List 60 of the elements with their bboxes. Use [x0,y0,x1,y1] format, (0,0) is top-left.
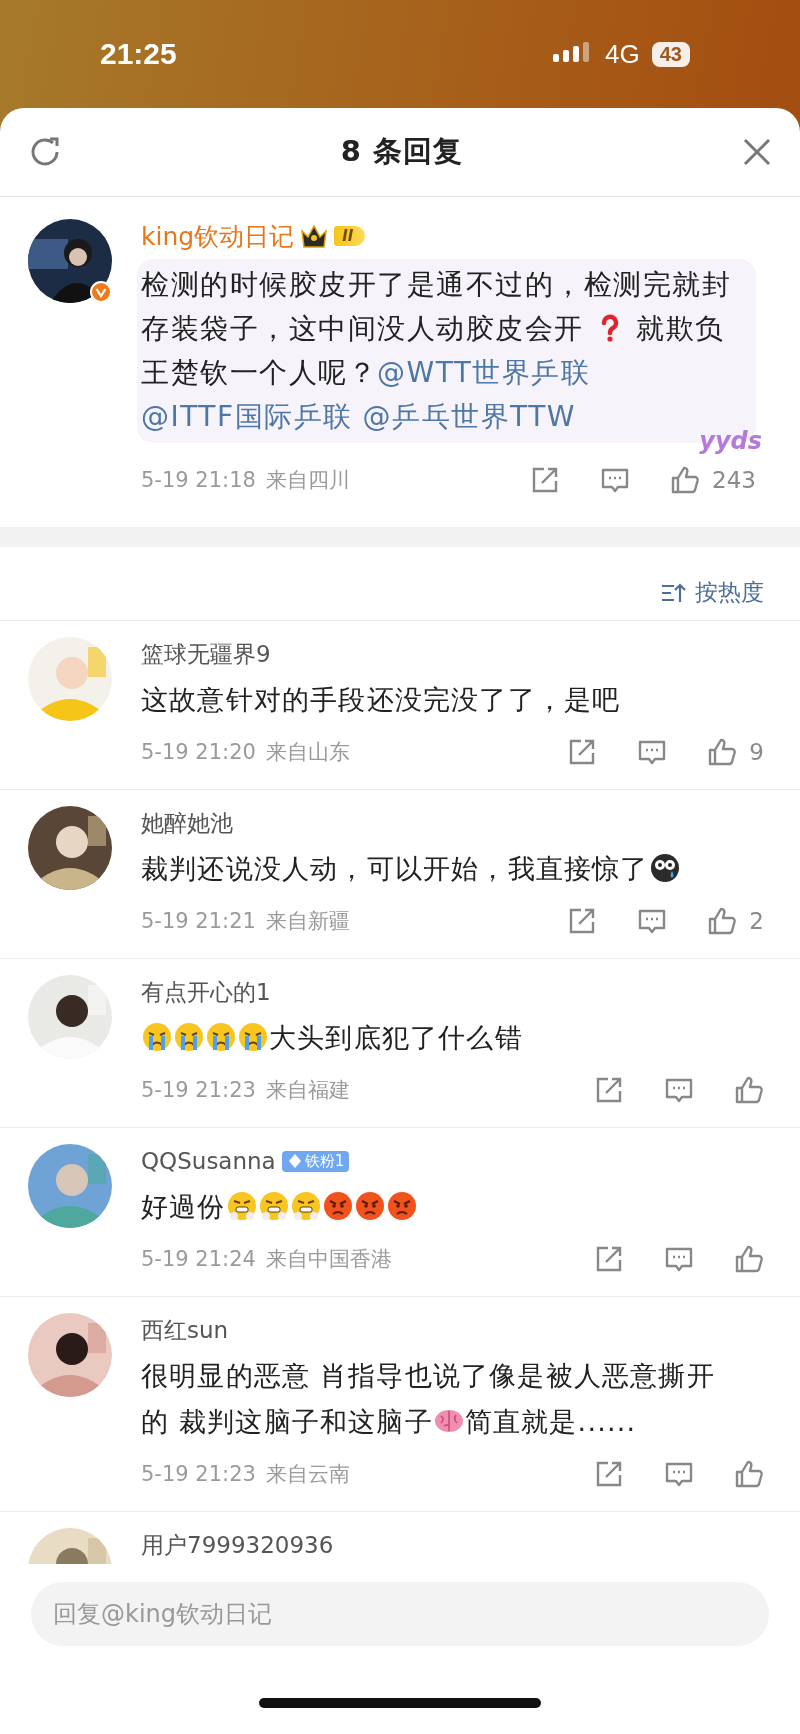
sort-icon [661,581,687,604]
comment-text: 很明显的恶意 肖指导也说了像是被人恶意撕开的 裁判这脑子和这脑子 简直就是...... [141,1359,716,1439]
level-badge: II [334,226,366,246]
status-time: 21:25 [100,37,177,71]
mention-link[interactable]: @WTT世界乒联 [377,356,591,389]
comment-time: 5-19 21:20 [141,740,256,764]
close-icon[interactable] [742,137,772,167]
network-label: 4G [605,38,640,70]
comment-time: 5-19 21:24 [141,1247,256,1271]
huffing-face-icon [226,1191,257,1221]
author-name[interactable]: 西红sun [141,1314,229,1346]
author-name[interactable]: QQSusanna [141,1148,276,1174]
share-icon[interactable] [594,1244,624,1274]
author-name[interactable]: 她醉她池 [141,807,233,839]
huffing-face-icon [290,1191,321,1221]
comment-location: 来自福建 [265,1077,350,1104]
comment-text: 好過份 [141,1184,728,1230]
comment-text: 大头到底犯了什么错 [141,1015,728,1061]
author-name[interactable]: 有点开心的1 [141,976,271,1008]
fan-badge: 铁粉1 [281,1150,350,1172]
crying-face-icon [142,1022,172,1052]
huffing-face-icon [258,1191,289,1221]
comment-text: 这故意针对的手段还没完没了了，是吧 [141,683,622,717]
share-icon[interactable] [594,1075,624,1105]
like-icon[interactable] [734,1459,764,1489]
author-name[interactable]: 篮球无疆界9 [141,638,271,670]
crying-face-icon [206,1022,236,1052]
angry-face-icon [354,1191,385,1221]
like-count: 2 [749,908,764,934]
crying-face-icon [174,1022,204,1052]
comment-time: 5-19 21:21 [141,909,256,933]
comment-time: 5-19 21:23 [141,1462,256,1486]
comment-location: 来自新疆 [265,908,350,935]
sort-button[interactable]: 按热度 [661,573,764,612]
author-name[interactable]: 用户7999320936 [141,1529,334,1561]
battery-level: 43 [651,41,690,67]
share-icon[interactable] [594,1459,624,1489]
mention-link[interactable]: @ITTF国际乒联 [141,400,353,433]
reply-input[interactable]: 回复@king钦动日记 [31,1582,769,1646]
comment-location: 来自四川 [265,467,350,494]
comment-time: 5-19 21:23 [141,1078,256,1102]
angry-face-icon [386,1191,417,1221]
like-icon[interactable] [707,906,738,936]
comment-text: 裁判还说没人动，可以开始，我直接惊了 [141,846,728,892]
like-icon[interactable] [734,1075,764,1105]
crying-face-icon [238,1022,268,1052]
comment-location: 来自云南 [265,1461,350,1488]
crown-icon [300,223,329,249]
like-icon[interactable] [707,737,738,767]
like-count: 9 [749,739,764,765]
shocked-face-icon [649,853,680,883]
comment-location: 来自中国香港 [265,1246,392,1273]
mention-link[interactable]: @乒乓世界TTW [362,400,576,433]
comment-location: 来自山东 [265,739,350,766]
comment-time: 5-19 21:18 [141,468,256,492]
sheet-title: 8 条回复 [340,133,464,170]
angry-face-icon [322,1191,353,1221]
like-count: 243 [712,467,756,493]
like-icon[interactable] [734,1244,764,1274]
like-icon[interactable] [670,465,701,495]
